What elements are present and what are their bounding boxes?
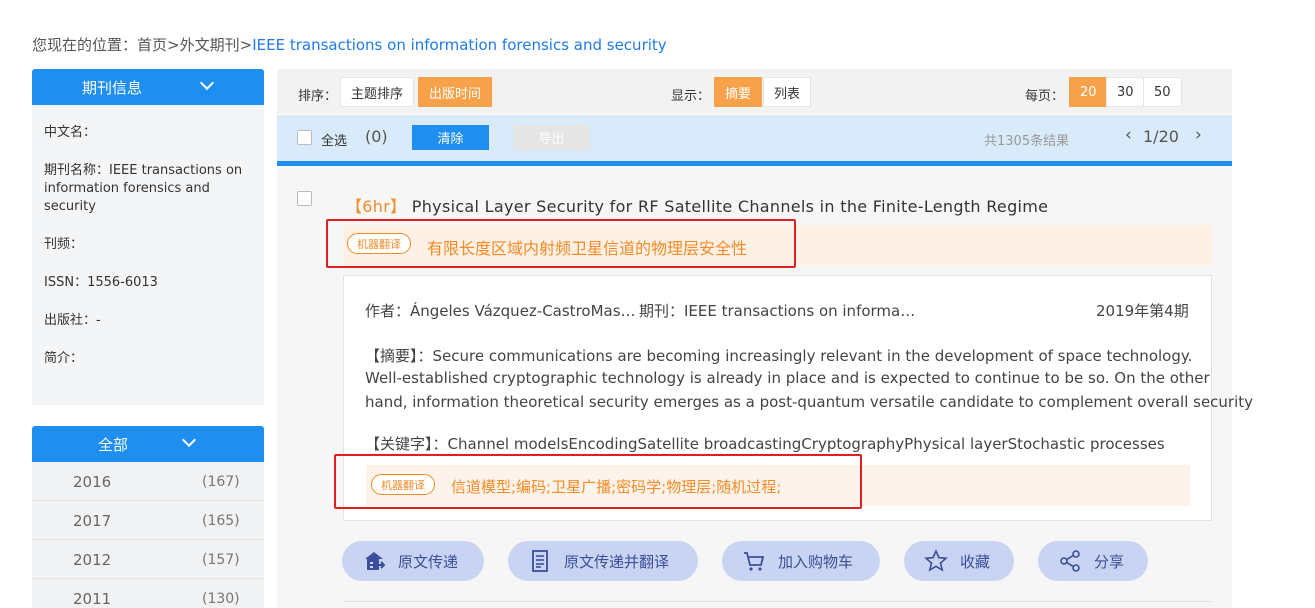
breadcrumb-section-link[interactable]: 外文期刊 [180,36,240,54]
page-indicator: 1/20 [1143,127,1179,146]
abstract-label: 【摘要】 [365,347,418,365]
divider [343,601,1212,602]
abstract-line: Well-established cryptographic technolog… [365,369,1210,387]
clear-button[interactable]: 清除 [412,125,489,150]
document-icon [532,550,548,572]
year-count: (167) [202,474,240,490]
journal-info-title: 期刊信息 [82,78,143,97]
add-to-cart-label: 加入购物车 [778,552,854,571]
breadcrumb: 您现在的位置：首页>外文期刊>IEEE transactions on info… [32,34,667,55]
highlight-box [326,219,796,268]
breadcrumb-separator: > [239,36,253,54]
deliver-label: 原文传递 [398,552,459,571]
result-title-line[interactable]: 【6hr】 Physical Layer Security for RF Sat… [346,193,1048,217]
prev-page-icon[interactable]: ‹ [1125,125,1132,145]
year-label: 2011 [73,590,112,608]
sort-label: 排序： [298,89,338,104]
year-count: (157) [202,552,240,568]
info-publisher: 出版社：- [44,313,101,328]
export-button[interactable]: 导出 [513,125,590,150]
result-journal[interactable]: 期刊：IEEE transactions on informa… [639,300,915,321]
total-results: 共1305条结果 [984,134,1070,149]
chevron-down-icon [199,75,215,91]
keywords-line: 【关键字】：Channel modelsEncodingSatellite br… [365,433,1165,454]
results-toolbar: 排序： 主题排序 出版时间 显示： 摘要 列表 每页： 20 30 50 [277,69,1232,114]
share-label: 分享 [1094,552,1125,571]
next-page-icon[interactable]: › [1195,125,1202,145]
display-abstract-button[interactable]: 摘要 [714,77,763,107]
sort-topic-button[interactable]: 主题排序 [340,77,415,107]
cart-icon [744,552,765,571]
result-title[interactable]: Physical Layer Security for RF Satellite… [412,197,1049,216]
select-all-checkbox[interactable] [297,130,312,145]
keywords-label: 【关键字】 [365,435,433,453]
favorite-label: 收藏 [960,552,991,571]
info-issn: ISSN：1556-6013 [44,275,158,290]
year-count: (165) [202,513,240,529]
year-item[interactable]: 2012 (157) [32,540,264,579]
year-label: 2016 [73,473,112,491]
add-to-cart-button[interactable]: 加入购物车 [722,541,880,581]
keywords-text: ：Channel modelsEncodingSatellite broadca… [432,435,1165,453]
per-page-50[interactable]: 50 [1143,77,1182,107]
sort-date-button[interactable]: 出版时间 [418,77,493,107]
info-journal-name: 期刊名称：IEEE transactions on information fo… [44,163,243,214]
breadcrumb-home-link[interactable]: 首页 [137,36,167,54]
per-page-20[interactable]: 20 [1069,77,1108,107]
year-item[interactable]: 2017 (165) [32,501,264,540]
year-filter-header[interactable]: 全部 [32,426,264,462]
year-label: 2012 [73,551,112,569]
selected-count: (0) [365,127,388,146]
building-icon [365,552,386,570]
breadcrumb-separator: > [167,36,180,54]
share-button[interactable]: 分享 [1038,541,1148,581]
journal-info-header[interactable]: 期刊信息 [32,69,264,105]
result-tag: 【6hr】 [346,197,407,216]
breadcrumb-current[interactable]: IEEE transactions on information forensi… [252,36,666,54]
journal-info-panel: 中文名： 期刊名称：IEEE transactions on informati… [32,105,264,405]
selection-bar: 全选 (0) 清除 导出 共1305条结果 ‹ 1/20 › [277,115,1232,161]
per-page-30[interactable]: 30 [1106,77,1145,107]
result-checkbox[interactable] [297,191,312,206]
abstract-line: hand, information theoretical security e… [365,393,1254,411]
deliver-button[interactable]: 原文传递 [342,541,484,581]
year-filter-title: 全部 [98,435,129,454]
info-intro: 简介： [44,351,84,366]
result-authors[interactable]: 作者：Ángeles Vázquez-CastroMas… [365,300,636,321]
year-count: (130) [202,591,240,607]
star-icon [924,549,948,572]
display-label: 显示： [671,89,711,104]
year-label: 2017 [73,512,112,530]
select-all-label: 全选 [321,134,348,149]
highlight-box [334,454,862,509]
info-frequency: 刊频： [44,237,84,252]
abstract-text: ：Secure communications are becoming incr… [417,347,1193,365]
abstract-line: 【摘要】：Secure communications are becoming … [365,345,1192,366]
year-item[interactable]: 2016 (167) [32,462,264,501]
year-item[interactable]: 2011 (130) [32,579,264,608]
breadcrumb-prefix: 您现在的位置： [32,36,138,54]
deliver-translate-button[interactable]: 原文传递并翻译 [508,541,698,581]
deliver-translate-label: 原文传递并翻译 [564,552,670,571]
per-page-label: 每页： [1025,89,1065,104]
favorite-button[interactable]: 收藏 [904,541,1014,581]
chevron-down-icon [181,432,197,448]
info-chinese-name: 中文名： [44,125,97,140]
result-issue: 2019年第4期 [1096,302,1189,320]
display-list-button[interactable]: 列表 [763,77,812,107]
share-icon [1060,550,1080,572]
